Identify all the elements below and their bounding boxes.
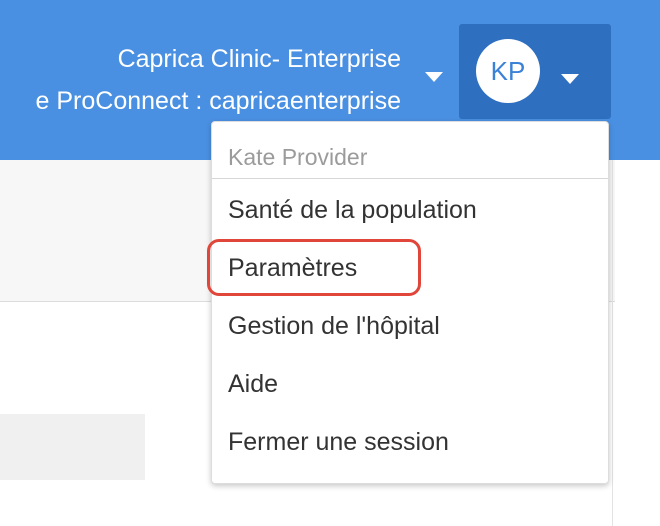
app-root: Caprica Clinic- Enterprise e ProConnect … [0,0,660,526]
organization-switcher[interactable]: Caprica Clinic- Enterprise e ProConnect … [36,38,401,122]
menu-item-population-health[interactable]: Santé de la population [228,196,477,225]
menu-item-help[interactable]: Aide [228,370,278,399]
menu-user-name: Kate Provider [228,144,368,170]
menu-item-settings[interactable]: Paramètres [228,254,357,283]
menu-divider [212,178,608,179]
user-dropdown-menu: Kate Provider Santé de la population Par… [211,121,609,484]
content-block [0,414,145,480]
avatar[interactable]: KP [476,39,540,103]
divider [612,160,613,526]
menu-item-logout[interactable]: Fermer une session [228,428,449,457]
organization-name[interactable]: Caprica Clinic- Enterprise [36,38,401,80]
user-menu-button[interactable]: KP [459,24,611,119]
proconnect-account[interactable]: e ProConnect : capricaenterprise [36,80,401,122]
menu-item-hospital-management[interactable]: Gestion de l'hôpital [228,312,440,341]
caret-down-icon[interactable] [561,74,579,84]
caret-down-icon[interactable] [425,72,443,82]
